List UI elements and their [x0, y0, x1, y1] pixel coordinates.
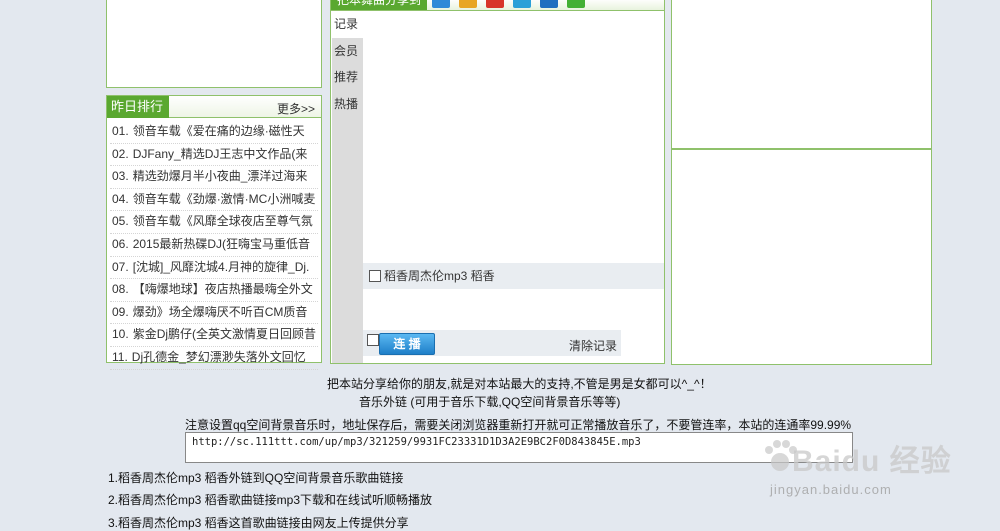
list-item[interactable]: 03. 精选劲爆月半小夜曲_漂洋过海来 — [110, 166, 318, 189]
tencent-icon[interactable] — [513, 0, 531, 8]
list-item[interactable]: 11. Dj孔德金_梦幻漂渺失落外文回忆 — [110, 347, 318, 370]
list-item[interactable]: 07. [沈城]_风靡沈城4.月神的旋律_Dj. — [110, 257, 318, 280]
list-item[interactable]: 1.稻香周杰伦mp3 稻香外链到QQ空间背景音乐歌曲链接 — [108, 469, 403, 486]
ranking-header: 昨日排行 更多>> — [107, 96, 321, 118]
player-tabs: 记录 会员 推荐 热播 — [332, 11, 363, 363]
ranking-list: 01. 领音车载《爱在痛的边缘·磁性天 02. DJFany_精选DJ王志中文作品(… — [110, 121, 318, 370]
track-label: 稻香周杰伦mp3 稻香 — [384, 269, 495, 283]
share-message: 把本站分享给你的朋友,就是对本站最大的支持,不管是男是女都可以^_^！ — [327, 377, 712, 391]
list-item[interactable]: 01. 领音车载《爱在痛的边缘·磁性天 — [110, 121, 318, 144]
right-top-panel — [671, 0, 932, 149]
tab-history[interactable]: 记录 — [332, 11, 363, 38]
wechat-icon[interactable] — [567, 0, 585, 8]
list-item[interactable]: 05. 领音车载《风靡全球夜店至尊气氛 — [110, 211, 318, 234]
yesterday-ranking-panel: 昨日排行 更多>> 01. 领音车载《爱在痛的边缘·磁性天 02. DJFany_精… — [106, 95, 322, 370]
list-item[interactable]: 10. 紫金Dj鹏仔(全英文激情夏日回顾昔 — [110, 324, 318, 347]
tab-member[interactable]: 会员 — [332, 38, 363, 65]
star-icon[interactable] — [459, 0, 477, 8]
continuous-play-button[interactable]: 连 播 — [379, 333, 435, 355]
track-checkbox[interactable] — [369, 269, 381, 282]
external-link-heading: 音乐外链 (可用于音乐下载,QQ空间背景音乐等等) — [359, 395, 621, 409]
right-bottom-panel — [671, 149, 932, 365]
tab-recommend[interactable]: 推荐 — [332, 64, 363, 91]
renren-icon[interactable] — [540, 0, 558, 8]
notice-text: 注意设置qq空间背景音乐时，地址保存后，需要关闭浏览器重新打开就可正常播放音乐了… — [185, 418, 852, 432]
track-row[interactable]: 稻香周杰伦mp3 稻香 — [363, 263, 664, 289]
qzone-icon[interactable] — [432, 0, 450, 8]
list-item[interactable]: 09. 爆劲》场全爆嗨厌不听百CM质音 — [110, 302, 318, 325]
mp3-url-field[interactable]: http://sc.111ttt.com/up/mp3/321259/9931F… — [185, 432, 853, 463]
ranking-title: 昨日排行 — [107, 96, 169, 118]
clear-history-link[interactable]: 清除记录 — [569, 337, 617, 354]
tab-hot[interactable]: 热播 — [332, 91, 363, 118]
select-all-checkbox[interactable] — [367, 334, 379, 346]
weibo-icon[interactable] — [486, 0, 504, 8]
baidu-watermark: Baidu 经验 jingyan.baidu.com — [760, 428, 1000, 523]
list-item[interactable]: 08. 【嗨爆地球】夜店热播最嗨全外文 — [110, 279, 318, 302]
list-item[interactable]: 02. DJFany_精选DJ王志中文作品(来 — [110, 144, 318, 167]
watermark-text: Baidu 经验 — [792, 445, 952, 478]
watermark-url: jingyan.baidu.com — [770, 482, 892, 497]
player-panel: 把本舞曲分享到 记录 会员 推荐 热播 稻香周杰伦mp3 稻香 连 播 清除记录 — [330, 0, 665, 364]
list-item[interactable]: 06. 2015最新热碟DJ(狂嗨宝马重低音 — [110, 234, 318, 257]
list-item[interactable]: 04. 领音车载《劲爆·激情·MC小洲喊麦 — [110, 189, 318, 212]
player-controls: 连 播 清除记录 — [363, 330, 621, 356]
more-link[interactable]: 更多>> — [277, 100, 315, 117]
list-item[interactable]: 2.稻香周杰伦mp3 稻香歌曲链接mp3下载和在线试听顺畅播放 — [108, 491, 432, 508]
